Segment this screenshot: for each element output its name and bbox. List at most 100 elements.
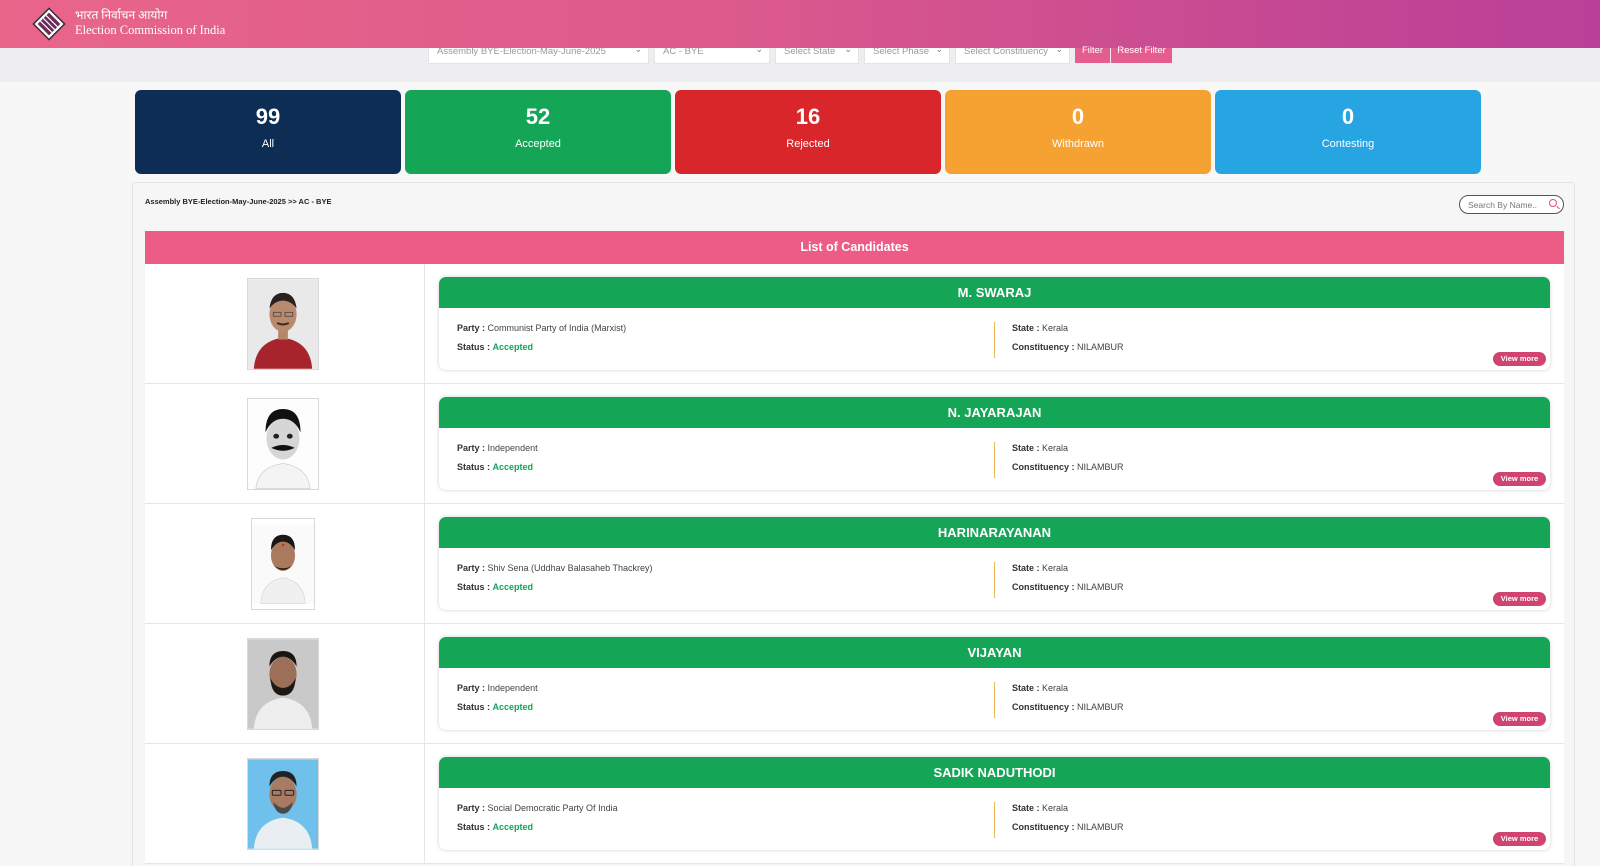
candidate-name[interactable]: VIJAYAN — [439, 637, 1550, 668]
election-select-value: Assembly BYE-Election-May-June-2025 — [437, 48, 606, 57]
chevron-down-icon: ⌄ — [634, 48, 642, 54]
status-label: Status : — [457, 702, 491, 712]
chevron-down-icon: ⌄ — [755, 48, 763, 54]
candidate-card: VIJAYAN Party : Independent Status : Acc… — [439, 637, 1550, 730]
candidate-name[interactable]: HARINARAYANAN — [439, 517, 1550, 548]
state-field: State : Kerala — [1012, 323, 1068, 333]
constituency-field: Constituency : NILAMBUR — [1012, 462, 1124, 472]
photo-cell — [145, 744, 425, 863]
filter-button[interactable]: Filter — [1075, 46, 1110, 63]
photo-cell — [145, 384, 425, 503]
candidate-photo[interactable] — [247, 638, 319, 730]
status-label: Status : — [457, 582, 491, 592]
candidate-row: N. JAYARAJAN Party : Independent Status … — [145, 384, 1564, 504]
status-value: Accepted — [492, 582, 534, 592]
constituency-value: NILAMBUR — [1077, 702, 1124, 712]
candidate-photo[interactable] — [251, 518, 315, 610]
view-more-button[interactable]: View more — [1493, 712, 1546, 726]
candidate-card: M. SWARAJ Party : Communist Party of Ind… — [439, 277, 1550, 370]
brand-title[interactable]: भारत निर्वाचन आयोग Election Commission o… — [75, 8, 225, 38]
state-label: State : — [1012, 683, 1040, 693]
status-field: Status : Accepted — [457, 462, 533, 472]
status-value: Accepted — [492, 462, 534, 472]
filter-bar: Assembly BYE-Election-May-June-2025 ⌄ AC… — [0, 46, 1600, 82]
stat-value: 0 — [1071, 104, 1085, 129]
constituency-value: NILAMBUR — [1077, 582, 1124, 592]
view-more-button[interactable]: View more — [1493, 592, 1546, 606]
divider — [994, 322, 995, 358]
status-label: Status : — [457, 342, 491, 352]
search-icon[interactable] — [1549, 199, 1557, 207]
eci-logo-icon[interactable] — [30, 5, 68, 43]
status-field: Status : Accepted — [457, 822, 533, 832]
candidate-photo[interactable] — [247, 398, 319, 490]
state-field: State : Kerala — [1012, 563, 1068, 573]
state-field: State : Kerala — [1012, 683, 1068, 693]
stat-card-all[interactable]: 99 All — [135, 90, 401, 174]
state-value: Kerala — [1042, 323, 1069, 333]
constituency-label: Constituency : — [1012, 462, 1075, 472]
party-field: Party : Independent — [457, 443, 538, 453]
stat-card-contesting[interactable]: 0 Contesting — [1215, 90, 1481, 174]
view-more-button[interactable]: View more — [1493, 352, 1546, 366]
status-label: Status : — [457, 462, 491, 472]
breadcrumb: Assembly BYE-Election-May-June-2025 >> A… — [145, 197, 332, 206]
reset-filter-button[interactable]: Reset Filter — [1111, 46, 1172, 63]
type-select[interactable]: AC - BYE ⌄ — [654, 48, 770, 64]
phase-select[interactable]: Select Phase ⌄ — [864, 48, 950, 64]
state-label: State : — [1012, 323, 1040, 333]
party-value: Independent — [487, 683, 538, 693]
stat-card-withdrawn[interactable]: 0 Withdrawn — [945, 90, 1211, 174]
status-label: Status : — [457, 822, 491, 832]
constituency-select-value: Select Constituency — [964, 48, 1048, 57]
constituency-value: NILAMBUR — [1077, 342, 1124, 352]
status-field: Status : Accepted — [457, 702, 533, 712]
party-label: Party : — [457, 323, 486, 333]
candidate-name[interactable]: N. JAYARAJAN — [439, 397, 1550, 428]
status-value: Accepted — [492, 702, 534, 712]
constituency-value: NILAMBUR — [1077, 462, 1124, 472]
search-placeholder: Search By Name.. — [1468, 200, 1537, 210]
candidate-row: M. SWARAJ Party : Communist Party of Ind… — [145, 264, 1564, 384]
status-field: Status : Accepted — [457, 582, 533, 592]
list-title: List of Candidates — [145, 231, 1564, 264]
view-more-button[interactable]: View more — [1493, 832, 1546, 846]
constituency-label: Constituency : — [1012, 342, 1075, 352]
chevron-down-icon: ⌄ — [935, 48, 943, 54]
site-header: भारत निर्वाचन आयोग Election Commission o… — [0, 0, 1600, 48]
party-value: Shiv Sena (Uddhav Balasaheb Thackrey) — [487, 563, 653, 573]
party-label: Party : — [457, 563, 486, 573]
party-value: Communist Party of India (Marxist) — [487, 323, 627, 333]
divider — [994, 562, 995, 598]
stat-label: Contesting — [1321, 138, 1375, 150]
chevron-down-icon: ⌄ — [844, 48, 852, 54]
party-field: Party : Independent — [457, 683, 538, 693]
state-label: State : — [1012, 563, 1040, 573]
state-value: Kerala — [1042, 563, 1069, 573]
candidate-name[interactable]: M. SWARAJ — [439, 277, 1550, 308]
candidate-list: M. SWARAJ Party : Communist Party of Ind… — [145, 264, 1564, 864]
election-select[interactable]: Assembly BYE-Election-May-June-2025 ⌄ — [428, 48, 649, 64]
state-value: Kerala — [1042, 443, 1069, 453]
party-value: Social Democratic Party Of India — [487, 803, 618, 813]
stat-label: Accepted — [515, 138, 561, 150]
state-field: State : Kerala — [1012, 803, 1068, 813]
stat-card-accepted[interactable]: 52 Accepted — [405, 90, 671, 174]
candidate-card: HARINARAYANAN Party : Shiv Sena (Uddhav … — [439, 517, 1550, 610]
party-field: Party : Communist Party of India (Marxis… — [457, 323, 626, 333]
party-label: Party : — [457, 683, 486, 693]
candidate-photo[interactable] — [247, 278, 319, 370]
state-select[interactable]: Select State ⌄ — [775, 48, 859, 64]
state-label: State : — [1012, 803, 1040, 813]
state-label: State : — [1012, 443, 1040, 453]
constituency-field: Constituency : NILAMBUR — [1012, 582, 1124, 592]
candidate-photo[interactable] — [247, 758, 319, 850]
search-input[interactable]: Search By Name.. — [1459, 195, 1564, 214]
photo-cell — [145, 264, 425, 383]
photo-cell — [145, 504, 425, 623]
stat-value: 16 — [795, 104, 821, 129]
view-more-button[interactable]: View more — [1493, 472, 1546, 486]
candidate-name[interactable]: SADIK NADUTHODI — [439, 757, 1550, 788]
stat-card-rejected[interactable]: 16 Rejected — [675, 90, 941, 174]
constituency-select[interactable]: Select Constituency ⌄ — [955, 48, 1070, 64]
